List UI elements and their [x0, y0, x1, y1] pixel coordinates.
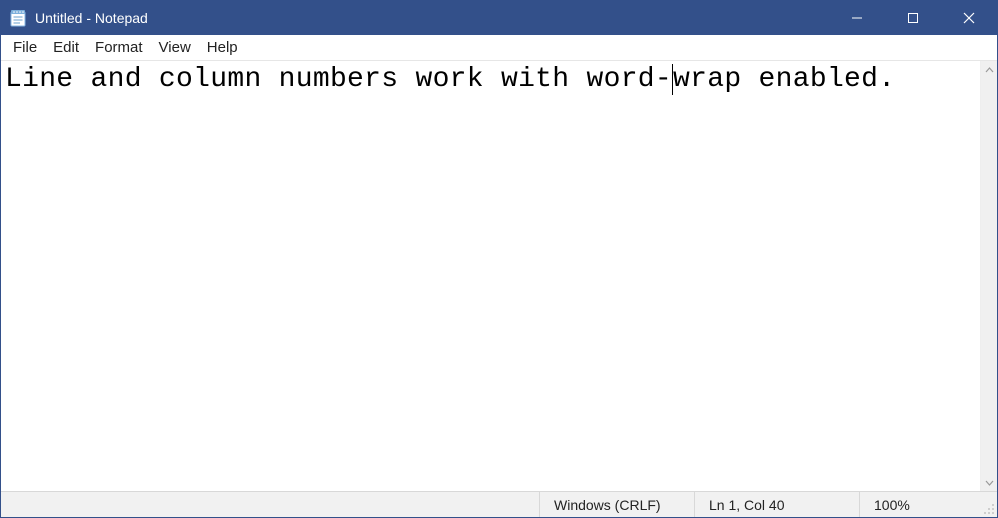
- menu-edit[interactable]: Edit: [45, 37, 87, 58]
- status-cursor-position: Ln 1, Col 40: [694, 492, 859, 517]
- editor-text-after-caret: wrap enabled.: [673, 64, 895, 95]
- status-zoom-text: 100%: [874, 497, 910, 513]
- menu-format[interactable]: Format: [87, 37, 151, 58]
- menu-file[interactable]: File: [5, 37, 45, 58]
- status-spacer: [1, 492, 539, 517]
- notepad-window: Untitled - Notepad File Edit Format View…: [0, 0, 998, 518]
- menu-bar: File Edit Format View Help: [1, 35, 997, 61]
- status-line-ending: Windows (CRLF): [539, 492, 694, 517]
- close-button[interactable]: [941, 1, 997, 35]
- text-editor[interactable]: Line and column numbers work with word-w…: [1, 61, 980, 491]
- editor-area: Line and column numbers work with word-w…: [1, 61, 997, 491]
- title-bar[interactable]: Untitled - Notepad: [1, 1, 997, 35]
- minimize-button[interactable]: [829, 1, 885, 35]
- chevron-up-icon[interactable]: [981, 61, 997, 78]
- chevron-down-icon[interactable]: [981, 474, 997, 491]
- notepad-icon: [9, 9, 27, 27]
- status-bar: Windows (CRLF) Ln 1, Col 40 100%: [1, 491, 997, 517]
- maximize-button[interactable]: [885, 1, 941, 35]
- status-encoding-text: Windows (CRLF): [554, 497, 661, 513]
- window-title: Untitled - Notepad: [35, 10, 148, 26]
- resize-grip-icon[interactable]: [979, 492, 997, 517]
- status-position-text: Ln 1, Col 40: [709, 497, 785, 513]
- vertical-scrollbar[interactable]: [980, 61, 997, 491]
- status-zoom: 100%: [859, 492, 979, 517]
- menu-help[interactable]: Help: [199, 37, 246, 58]
- editor-text-before-caret: Line and column numbers work with word-: [5, 64, 672, 95]
- menu-view[interactable]: View: [151, 37, 199, 58]
